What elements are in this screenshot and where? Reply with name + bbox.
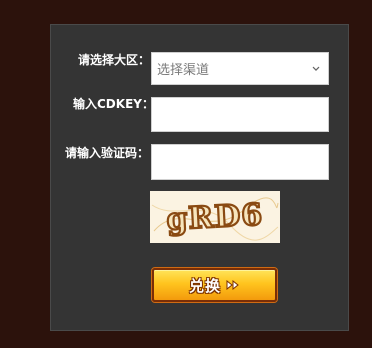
region-select-value: 选择渠道 <box>157 63 210 78</box>
cdkey-field[interactable] <box>151 97 329 132</box>
captcha-input[interactable] <box>152 145 328 179</box>
region-label: 请选择大区： <box>78 53 151 67</box>
cdkey-label: 输入CDKEY： <box>73 97 154 111</box>
captcha-image[interactable]: gRD6 <box>150 191 280 243</box>
redeem-button-label: 兑换 <box>188 276 221 295</box>
cdkey-input[interactable] <box>152 98 328 131</box>
redeem-form-panel: 请选择大区： 选择渠道 输入CDKEY： 请输入验证码： gRD6 兑换 <box>50 24 349 331</box>
double-chevron-right-icon <box>226 280 239 290</box>
captcha-field[interactable] <box>151 144 329 180</box>
region-select[interactable]: 选择渠道 <box>151 52 329 85</box>
captcha-graphic: gRD6 <box>150 191 280 243</box>
chevron-down-icon <box>312 66 320 71</box>
captcha-text: gRD6 <box>166 197 265 237</box>
captcha-label: 请输入验证码： <box>65 146 150 160</box>
redeem-button[interactable]: 兑换 <box>152 268 277 302</box>
